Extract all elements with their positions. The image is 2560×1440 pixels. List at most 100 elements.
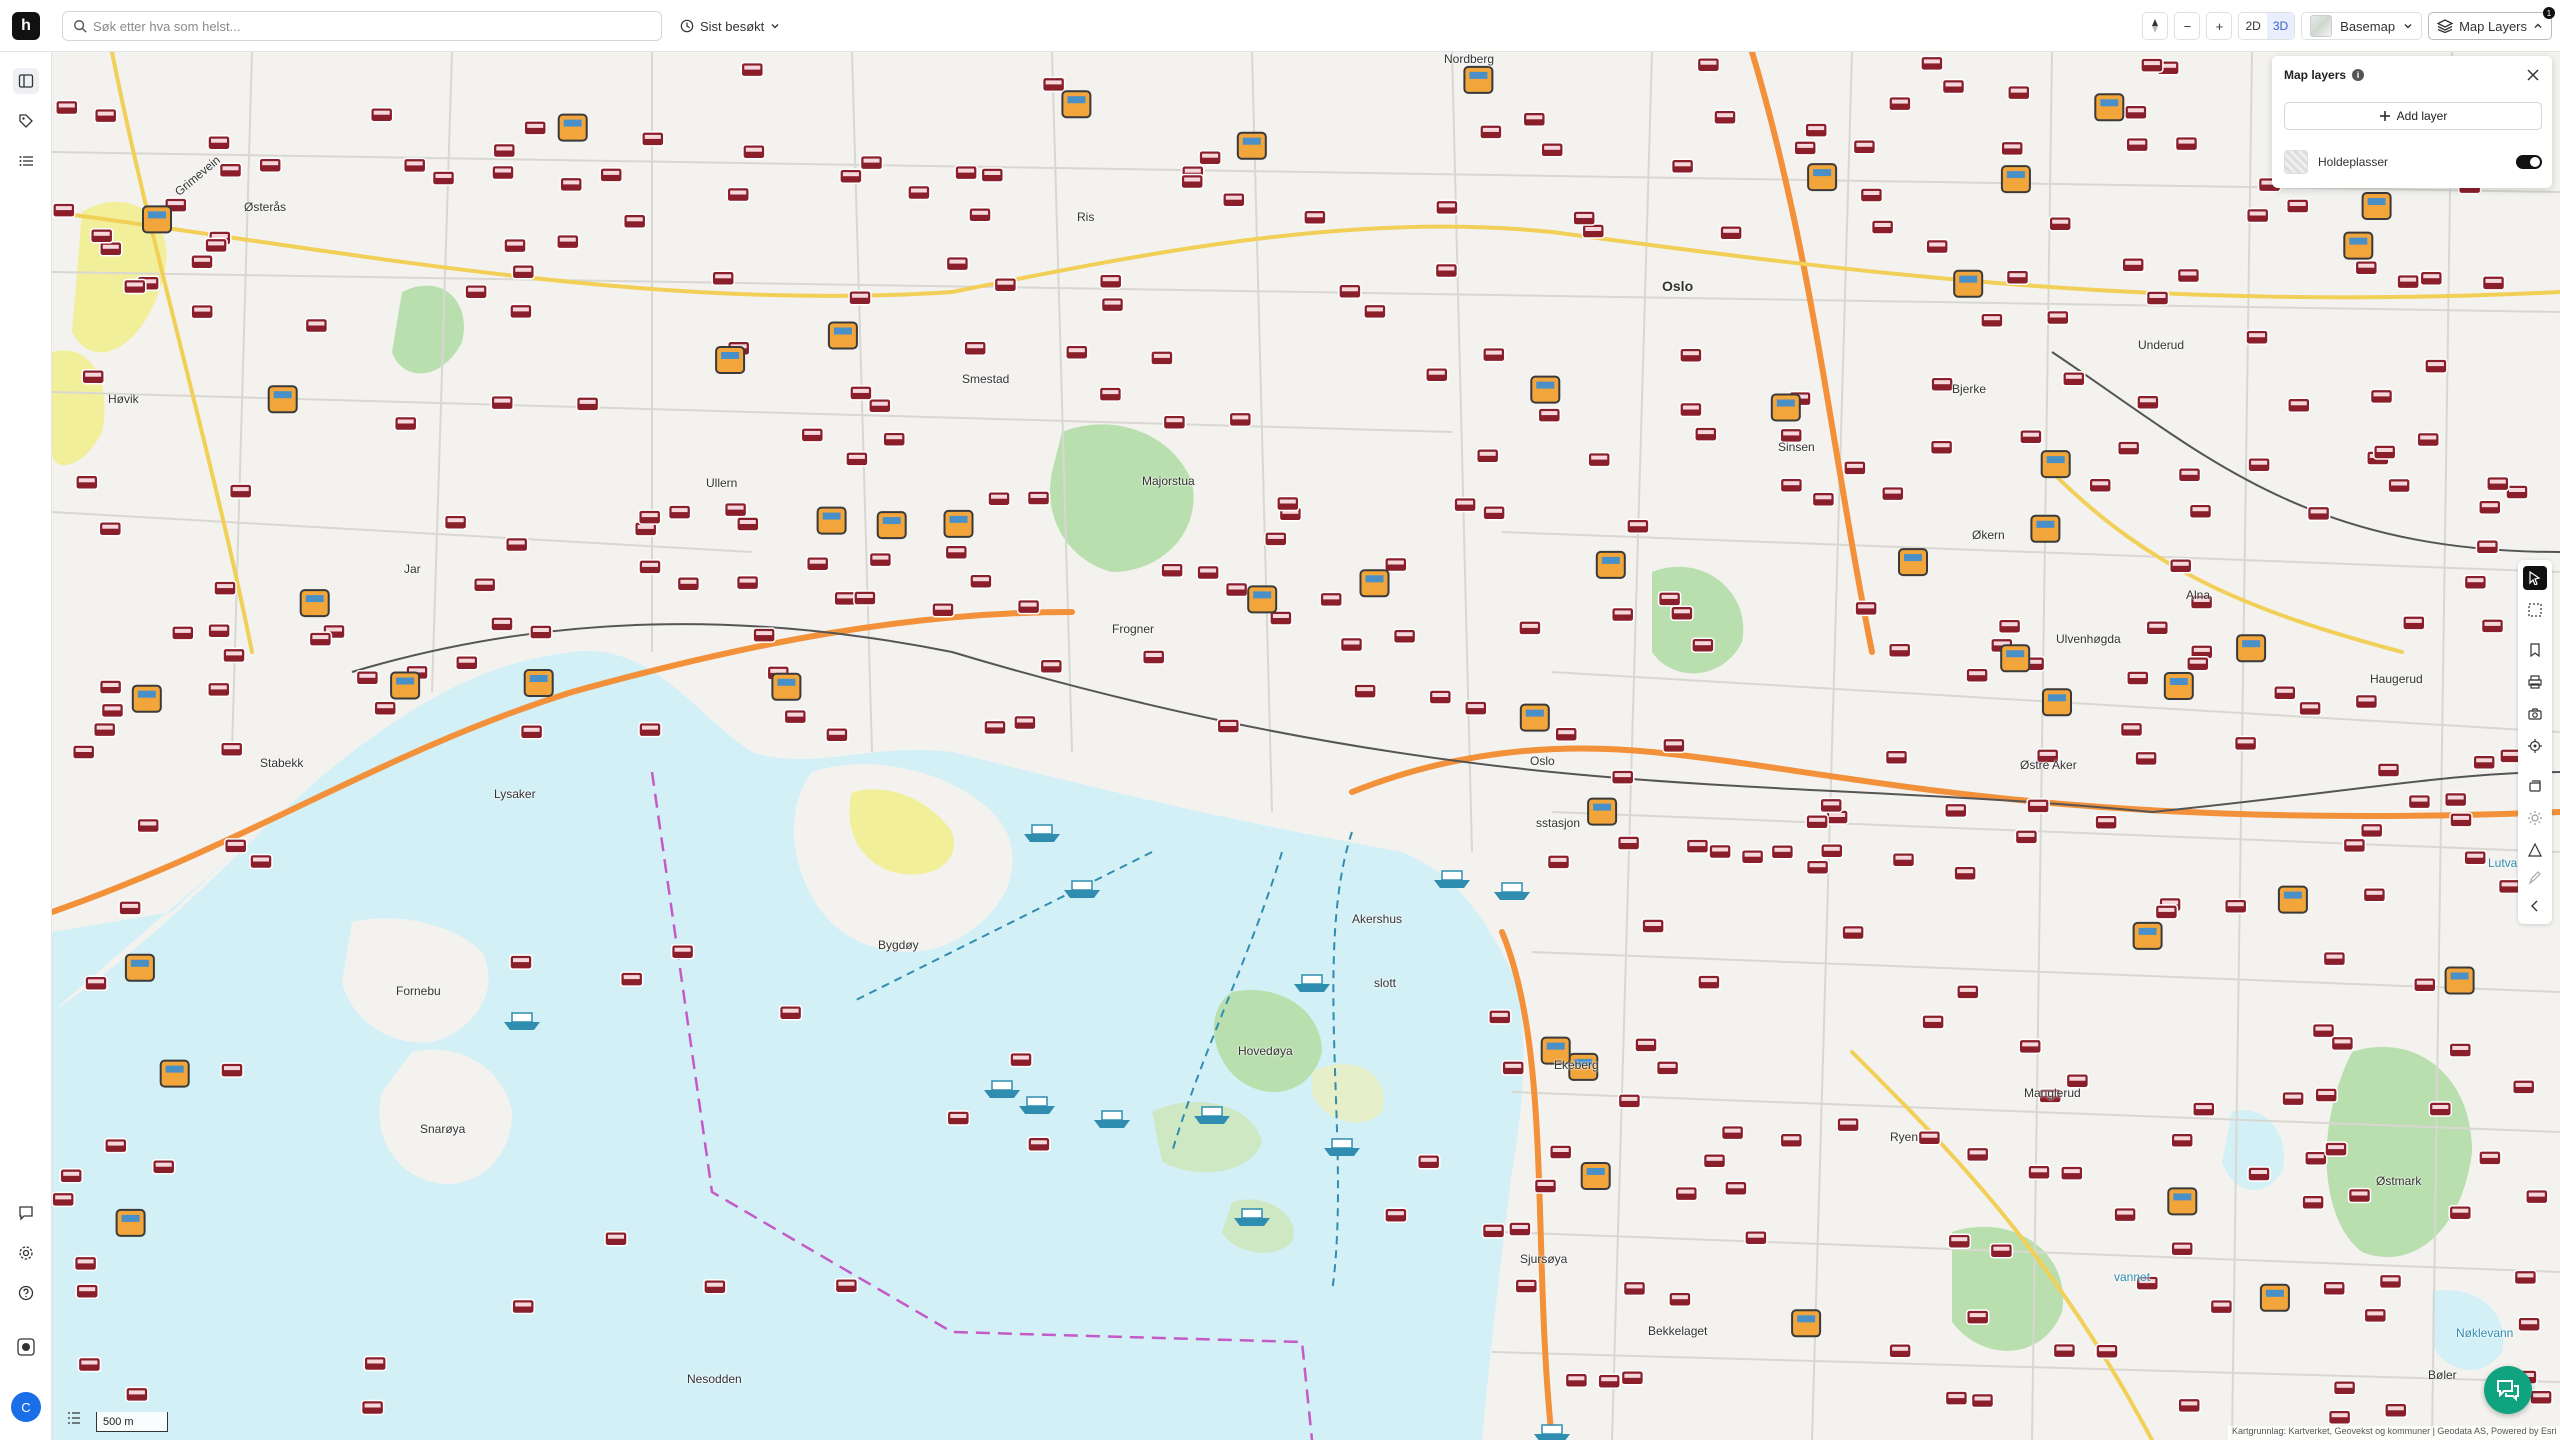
layer-visibility-toggle[interactable]	[2516, 155, 2542, 169]
bus-stop-icon[interactable]	[1859, 187, 1884, 203]
tram-stop-icon[interactable]	[1791, 1309, 1822, 1338]
bus-stop-icon[interactable]	[2372, 444, 2397, 460]
bus-stop-icon[interactable]	[2378, 1273, 2403, 1290]
bus-stop-icon[interactable]	[1641, 918, 1665, 934]
bus-stop-icon[interactable]	[360, 1399, 385, 1416]
bus-stop-icon[interactable]	[1770, 844, 1795, 860]
bus-stop-icon[interactable]	[2088, 477, 2112, 494]
bus-stop-icon[interactable]	[472, 576, 497, 593]
bus-stop-icon[interactable]	[125, 1386, 149, 1403]
bus-stop-icon[interactable]	[393, 415, 418, 432]
bus-stop-icon[interactable]	[2007, 84, 2031, 101]
zoom-in-button[interactable]: +	[2206, 12, 2233, 40]
basemap-button[interactable]: Basemap	[2301, 12, 2423, 40]
bus-stop-icon[interactable]	[1338, 283, 1362, 300]
bus-stop-icon[interactable]	[151, 1158, 176, 1175]
bus-stop-icon[interactable]	[2332, 1380, 2357, 1396]
bus-stop-icon[interactable]	[1805, 814, 1829, 830]
bus-stop-icon[interactable]	[868, 397, 892, 414]
bus-stop-icon[interactable]	[2402, 615, 2426, 631]
measure-button[interactable]	[2523, 838, 2547, 862]
bus-stop-icon[interactable]	[213, 580, 237, 596]
compass-button[interactable]	[2142, 12, 2169, 40]
bus-stop-icon[interactable]	[1482, 505, 1506, 521]
bus-stop-icon[interactable]	[954, 164, 978, 181]
settings-button[interactable]	[13, 1240, 39, 1266]
bus-stop-icon[interactable]	[2113, 1206, 2137, 1223]
bus-stop-icon[interactable]	[1065, 344, 1089, 360]
bus-stop-icon[interactable]	[190, 303, 214, 320]
bus-stop-icon[interactable]	[1610, 606, 1635, 623]
bus-stop-icon[interactable]	[2443, 791, 2468, 808]
bus-stop-icon[interactable]	[882, 431, 906, 447]
bus-stop-icon[interactable]	[1779, 1132, 1804, 1149]
ferry-icon[interactable]	[1434, 870, 1470, 888]
ferry-icon[interactable]	[1019, 1096, 1055, 1114]
add-layer-button[interactable]: Add layer	[2284, 102, 2542, 130]
bus-stop-icon[interactable]	[77, 1356, 102, 1373]
map-layers-button[interactable]: Map Layers 1	[2428, 7, 2555, 40]
bus-stop-icon[interactable]	[1956, 984, 1980, 1000]
bus-stop-icon[interactable]	[118, 900, 142, 916]
bus-stop-icon[interactable]	[1009, 1051, 1033, 1068]
bus-stop-icon[interactable]	[1100, 296, 1125, 313]
tram-stop-icon[interactable]	[1770, 393, 1801, 422]
bus-stop-icon[interactable]	[1026, 490, 1051, 506]
bus-stop-icon[interactable]	[2301, 1194, 2325, 1211]
bus-stop-icon[interactable]	[1679, 401, 1703, 418]
bus-stop-icon[interactable]	[2475, 539, 2500, 555]
bus-stop-icon[interactable]	[742, 143, 766, 160]
bus-stop-icon[interactable]	[825, 727, 849, 743]
bus-stop-icon[interactable]	[1836, 1116, 1860, 1133]
bus-stop-icon[interactable]	[2126, 670, 2150, 686]
tram-stop-icon[interactable]	[1519, 703, 1550, 732]
bus-stop-icon[interactable]	[1947, 1233, 1972, 1249]
bus-stop-icon[interactable]	[2281, 1090, 2305, 1107]
info-icon[interactable]: i	[2352, 69, 2365, 81]
bus-stop-icon[interactable]	[304, 317, 329, 334]
bus-stop-icon[interactable]	[1888, 1343, 1912, 1359]
bus-stop-icon[interactable]	[1546, 854, 1571, 870]
bus-stop-icon[interactable]	[2174, 135, 2199, 152]
bus-stop-icon[interactable]	[219, 741, 244, 757]
bus-stop-icon[interactable]	[2287, 397, 2311, 414]
bus-stop-icon[interactable]	[2245, 207, 2270, 224]
tram-stop-icon[interactable]	[2000, 644, 2031, 673]
ferry-icon[interactable]	[1494, 882, 1530, 900]
bus-stop-icon[interactable]	[2324, 1141, 2348, 1157]
bus-stop-icon[interactable]	[93, 107, 118, 124]
bus-stop-icon[interactable]	[848, 289, 872, 306]
tram-stop-icon[interactable]	[771, 672, 802, 701]
tram-stop-icon[interactable]	[1463, 65, 1494, 94]
list-button[interactable]	[13, 148, 39, 174]
bus-stop-icon[interactable]	[2186, 655, 2210, 672]
bus-stop-icon[interactable]	[2416, 431, 2440, 448]
bus-stop-icon[interactable]	[736, 516, 760, 532]
bus-stop-icon[interactable]	[1617, 1093, 1642, 1109]
bus-stop-icon[interactable]	[849, 385, 873, 401]
bus-stop-icon[interactable]	[2387, 477, 2411, 494]
help-button[interactable]	[13, 1280, 39, 1306]
ferry-icon[interactable]	[1094, 1110, 1130, 1128]
bus-stop-icon[interactable]	[1392, 628, 1417, 644]
bus-stop-icon[interactable]	[1921, 1014, 1945, 1030]
bus-stop-icon[interactable]	[2154, 904, 2179, 920]
bus-stop-icon[interactable]	[1708, 843, 1732, 860]
bus-stop-icon[interactable]	[1884, 749, 1909, 766]
zoom-out-button[interactable]: −	[2174, 12, 2201, 40]
bus-stop-icon[interactable]	[2322, 1280, 2346, 1297]
bus-stop-icon[interactable]	[455, 654, 479, 671]
app-logo[interactable]: h	[12, 12, 40, 40]
ferry-icon[interactable]	[984, 1080, 1020, 1098]
bus-stop-icon[interactable]	[800, 427, 825, 443]
bus-stop-icon[interactable]	[1610, 769, 1635, 785]
bus-stop-icon[interactable]	[1965, 1146, 1990, 1163]
tram-stop-icon[interactable]	[2163, 672, 2194, 700]
bus-stop-icon[interactable]	[1805, 859, 1830, 875]
bus-stop-icon[interactable]	[2019, 428, 2043, 445]
tram-stop-icon[interactable]	[2042, 688, 2072, 717]
bus-stop-icon[interactable]	[2192, 1101, 2216, 1117]
chat-button[interactable]	[2484, 1366, 2532, 1414]
bus-stop-icon[interactable]	[1098, 386, 1123, 402]
bus-stop-icon[interactable]	[735, 574, 760, 591]
